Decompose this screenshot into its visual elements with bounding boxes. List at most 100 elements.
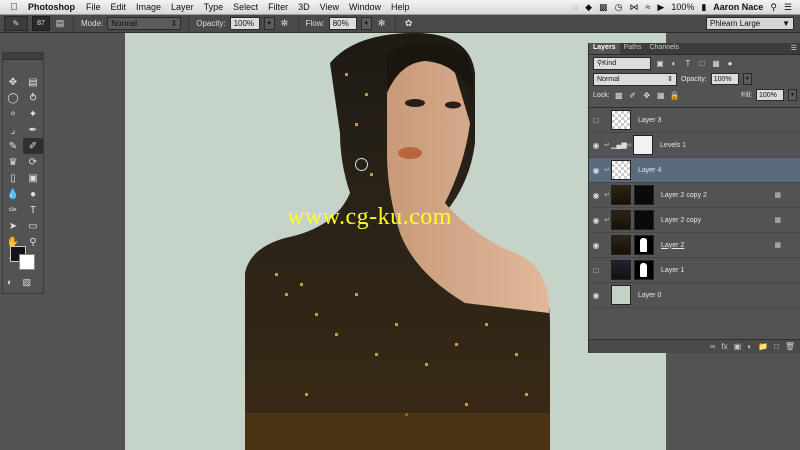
layer-row-layer-2[interactable]: ◉ Layer 2 ▦ (589, 233, 800, 258)
quick-selection-icon[interactable]: ⚬ (3, 106, 23, 122)
lock-all-icon[interactable]: 🔒 (670, 90, 680, 100)
menu-select[interactable]: Select (233, 2, 258, 12)
quick-mask-icon[interactable]: ◐ (7, 277, 12, 288)
wifi-icon[interactable]: ≈ (645, 2, 650, 12)
eye-icon[interactable]: ◉ (589, 141, 603, 150)
menu-type[interactable]: Type (204, 2, 224, 12)
brush-size-picker[interactable]: 87 (32, 16, 50, 31)
lock-transparency-icon[interactable]: ▩ (614, 90, 624, 100)
menu-view[interactable]: View (320, 2, 339, 12)
layer-row-layer-1[interactable]: □ Layer 1 (589, 258, 800, 283)
layer-name[interactable]: Levels 1 (660, 142, 686, 149)
menu-image[interactable]: Image (136, 2, 161, 12)
layer-opacity-slider[interactable]: ▼ (742, 73, 752, 85)
eye-icon[interactable]: ◉ (589, 191, 603, 200)
display-icon[interactable]: ▩ (599, 2, 608, 13)
menu-help[interactable]: Help (391, 2, 410, 12)
crop-tool-icon[interactable]: ⌟ (3, 122, 23, 138)
dodge-tool-icon[interactable]: ● (23, 186, 43, 202)
layer-name[interactable]: Layer 1 (661, 267, 684, 274)
layer-opacity-field[interactable]: 100% (710, 73, 739, 85)
opacity-slider-toggle[interactable]: ▼ (263, 17, 275, 30)
elliptical-marquee-icon[interactable]: ◯ (3, 90, 23, 106)
move-tool-icon[interactable]: ✥ (3, 74, 23, 90)
menu-layer[interactable]: Layer (171, 2, 194, 12)
trash-icon[interactable]: 🗑 (785, 342, 795, 351)
screen-mode-icon[interactable]: ▧ (22, 277, 31, 288)
eye-icon[interactable]: ◉ (589, 291, 603, 300)
eye-icon[interactable]: ◉ (589, 166, 603, 175)
fill-slider[interactable]: ▼ (788, 89, 797, 101)
new-layer-icon[interactable]: □ (774, 342, 779, 351)
layer-name[interactable]: Layer 2 copy 2 (661, 192, 707, 199)
brush-preset-picker[interactable]: ✎ (4, 16, 28, 31)
layer-name[interactable]: Layer 3 (638, 117, 661, 124)
layer-mask-thumbnail[interactable] (633, 135, 653, 155)
lasso-tool-icon[interactable]: ⥁ (23, 90, 43, 106)
blur-tool-icon[interactable]: 💧 (3, 186, 23, 202)
volume-icon[interactable]: ▶ (657, 2, 664, 13)
lock-pixels-icon[interactable]: ✐ (628, 90, 638, 100)
gradient-tool-icon[interactable]: ▣ (23, 170, 43, 186)
new-group-icon[interactable]: 📁 (758, 342, 768, 351)
history-brush-icon[interactable]: ⟳ (23, 154, 43, 170)
menu-window[interactable]: Window (349, 2, 381, 12)
tab-layers[interactable]: Layers (589, 43, 620, 54)
brush-tool-icon[interactable]: ✐ (23, 138, 43, 154)
type-tool-icon[interactable]: T (23, 202, 43, 218)
menu-3d[interactable]: 3D (298, 2, 310, 12)
pen-tool-icon[interactable]: ✑ (3, 202, 23, 218)
pressure-size-icon[interactable]: ✿ (403, 18, 415, 30)
user-name[interactable]: Aaron Nace (713, 2, 763, 12)
layer-mask-thumbnail[interactable] (634, 210, 654, 230)
panel-menu-icon[interactable]: ☰ (787, 43, 800, 54)
layer-mask-thumbnail[interactable] (634, 185, 654, 205)
link-layers-icon[interactable]: ∞ (710, 342, 716, 351)
filter-smart-object-icon[interactable]: ▦ (711, 58, 721, 68)
layer-row-layer-4[interactable]: ◉ ↵ Layer 4 (589, 158, 800, 183)
filter-toggle-icon[interactable]: ● (725, 58, 735, 68)
eyedropper-icon[interactable]: ✒ (23, 122, 43, 138)
notifications-icon[interactable]: ☰ (784, 2, 792, 13)
new-adjustment-icon[interactable]: ◐ (747, 342, 752, 351)
battery-icon[interactable]: ▮ (701, 2, 706, 13)
flow-slider-toggle[interactable]: ▼ (360, 17, 372, 30)
fill-field[interactable]: 100% (756, 89, 784, 101)
brush-panel-toggle-icon[interactable]: ▤ (54, 18, 66, 30)
eye-icon[interactable]: ◉ (589, 241, 603, 250)
apple-icon[interactable]:  (8, 2, 20, 13)
visibility-off-box[interactable]: □ (589, 116, 603, 125)
time-machine-icon[interactable]: ◷ (615, 2, 623, 13)
visibility-off-box[interactable]: □ (589, 266, 603, 275)
bluetooth-icon[interactable]: ⋈ (629, 2, 638, 13)
layer-style-icon[interactable]: fx (721, 342, 727, 351)
menu-edit[interactable]: Edit (111, 2, 127, 12)
menu-filter[interactable]: Filter (268, 2, 288, 12)
lock-artboard-icon[interactable]: ▦ (656, 90, 666, 100)
document-canvas[interactable]: www.cg-ku.com (125, 33, 666, 450)
eye-icon[interactable]: ◉ (589, 216, 603, 225)
layer-name[interactable]: Layer 4 (638, 167, 661, 174)
layer-row-layer-0[interactable]: ◉ Layer 0 (589, 283, 800, 308)
layer-row-levels-1[interactable]: ◉ ↵ ▁▄▆ ∞ Levels 1 (589, 133, 800, 158)
artboard-tool-icon[interactable]: ▤ (23, 74, 43, 90)
layer-row-layer-2-copy-2[interactable]: ◉ ↵ Layer 2 copy 2 ▦ (589, 183, 800, 208)
flow-field[interactable]: 80% (328, 17, 357, 30)
dropbox-icon[interactable]: ◆ (585, 2, 592, 13)
filter-adjustment-icon[interactable]: ◐ (669, 58, 679, 68)
lock-position-icon[interactable]: ✥ (642, 90, 652, 100)
airbrush-icon[interactable]: ✻ (376, 18, 388, 30)
menu-file[interactable]: File (86, 2, 101, 12)
spotlight-icon[interactable]: ⚲ (770, 2, 777, 13)
blend-mode-select[interactable]: Normal ⇕ (593, 72, 677, 86)
add-mask-icon[interactable]: ▣ (734, 342, 742, 351)
layer-mask-thumbnail[interactable] (634, 260, 654, 280)
clone-stamp-icon[interactable]: ♛ (3, 154, 23, 170)
layer-row-layer-2-copy[interactable]: ◉ ↵ Layer 2 copy ▦ (589, 208, 800, 233)
workspace-switcher[interactable]: Phlearn Large ▼ (706, 17, 794, 30)
magic-wand-icon[interactable]: ✦ (23, 106, 43, 122)
mode-select[interactable]: Normal ⇕ (107, 17, 182, 30)
layer-name[interactable]: Layer 2 (661, 242, 684, 249)
opacity-field[interactable]: 100% (229, 17, 260, 30)
layer-mask-thumbnail[interactable] (634, 235, 654, 255)
